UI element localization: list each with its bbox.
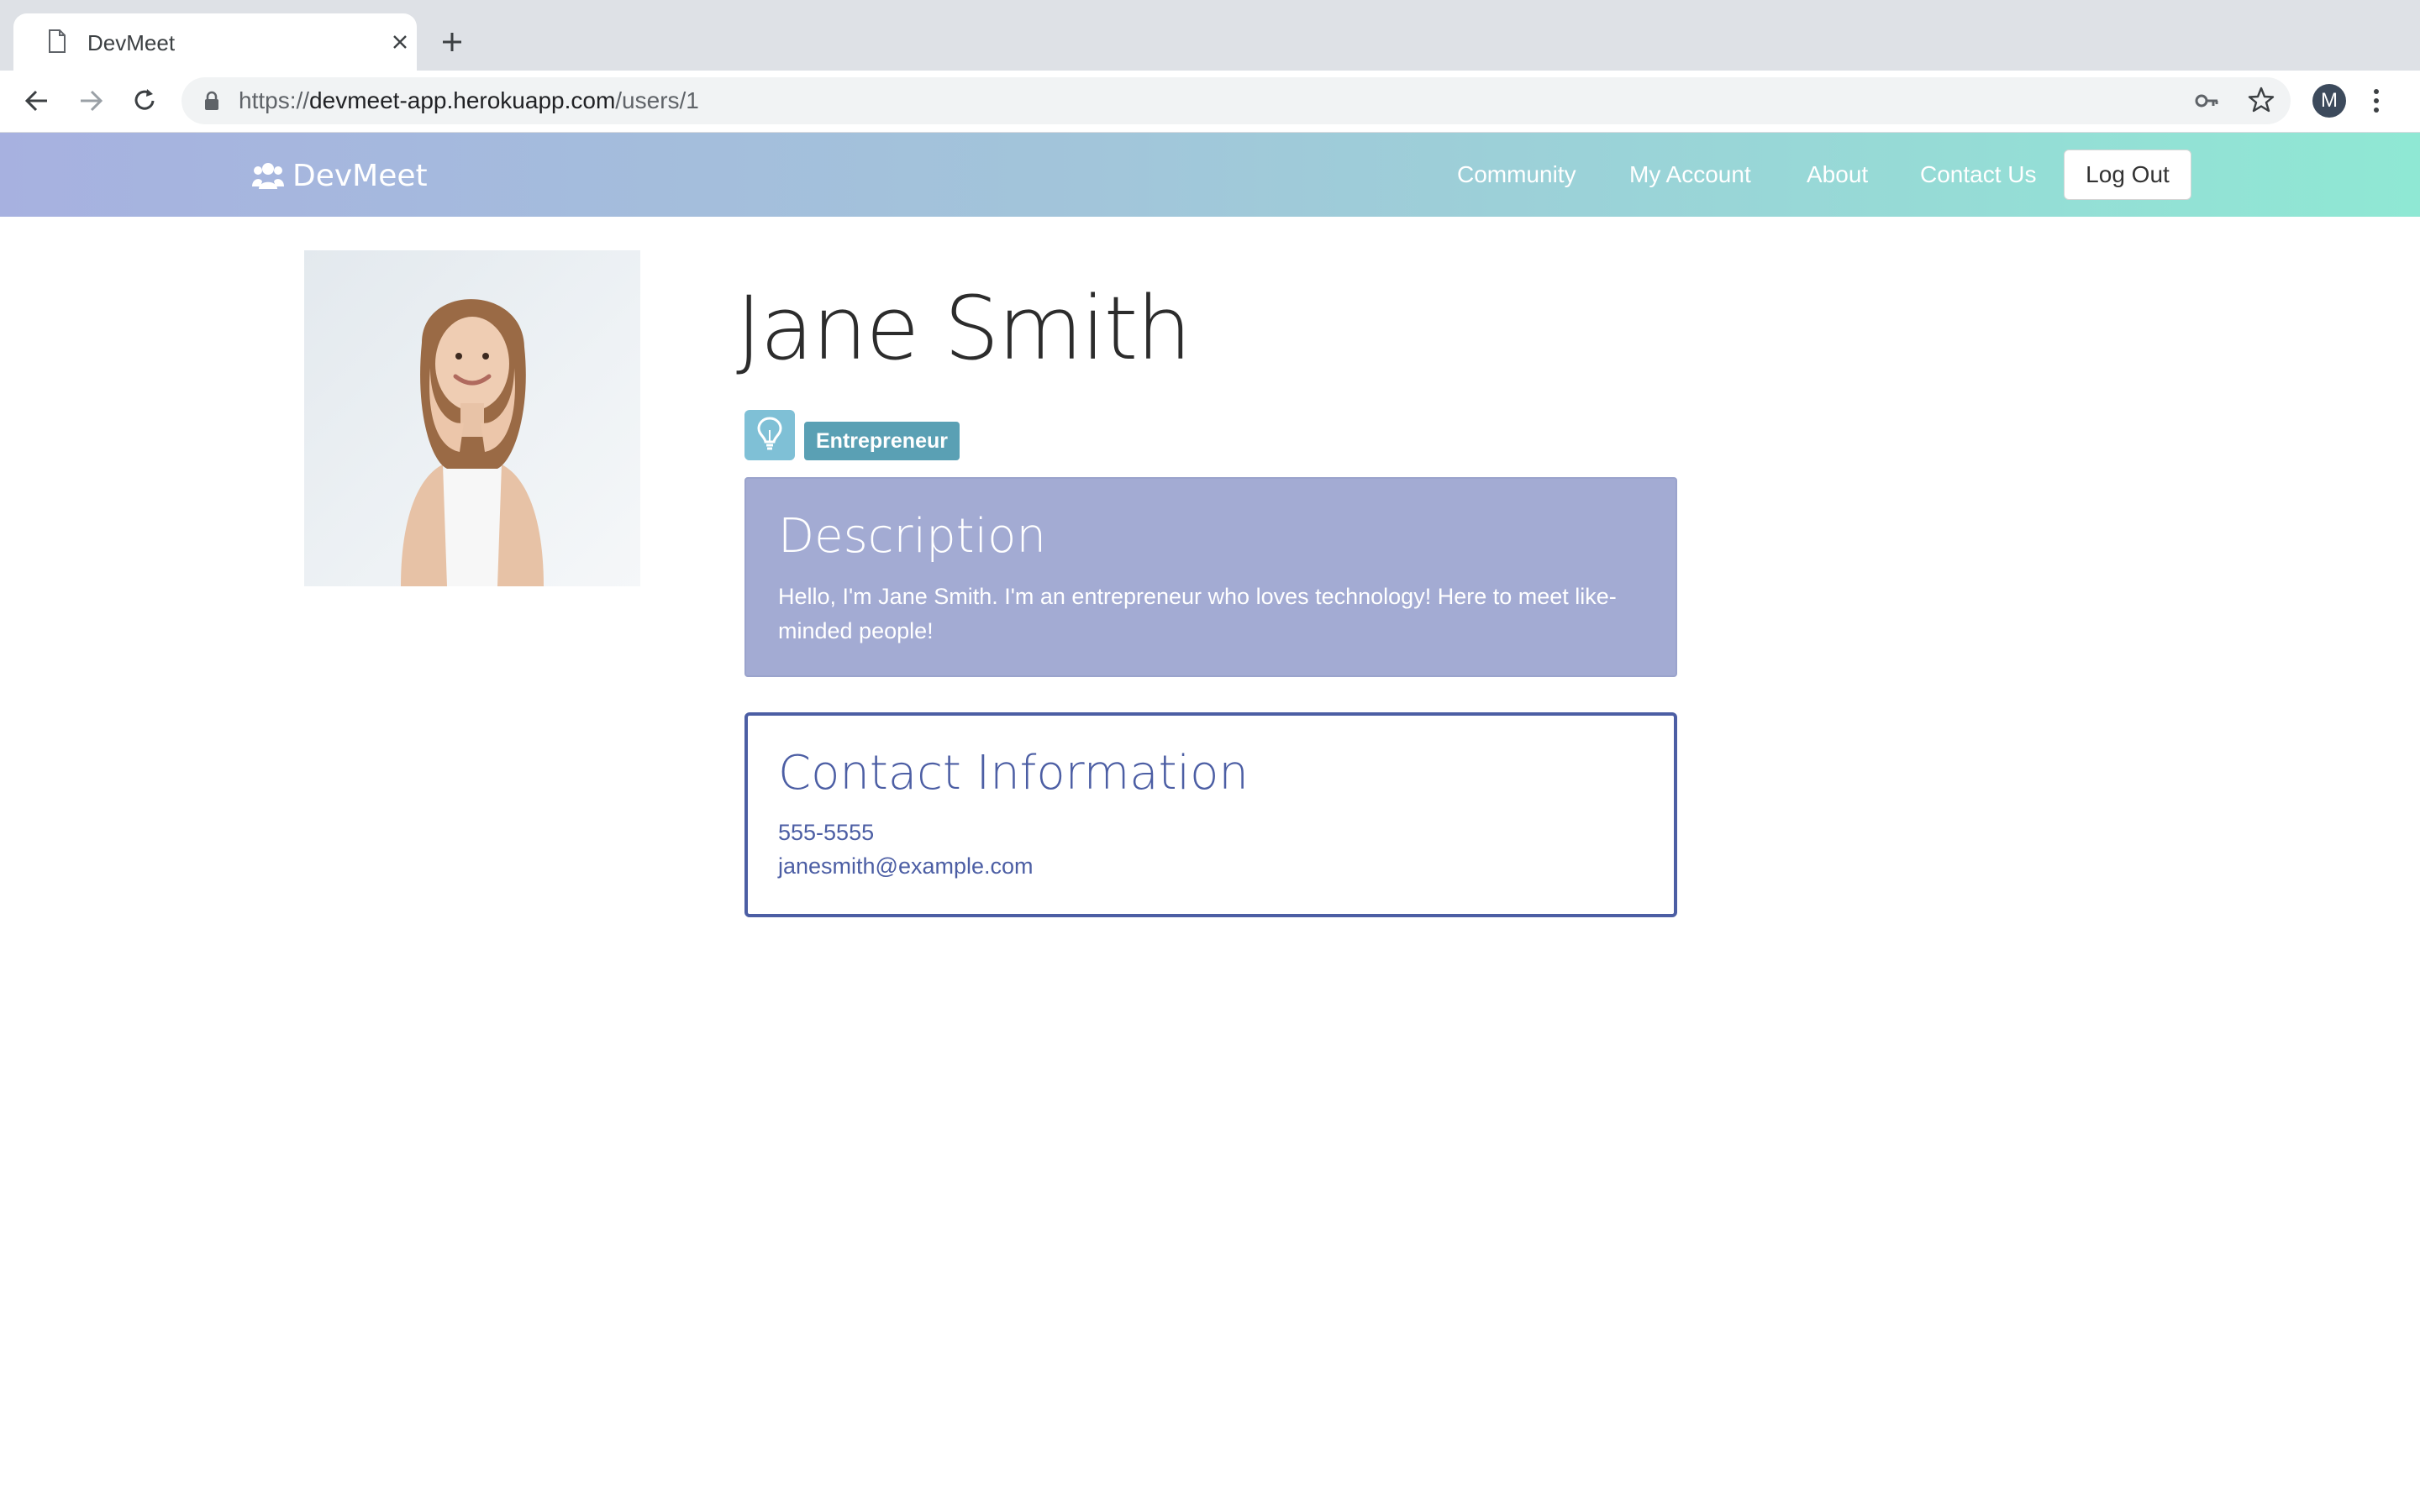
description-text: Hello, I'm Jane Smith. I'm an entreprene… <box>778 584 1617 643</box>
profile-avatar[interactable]: M <box>2312 84 2346 118</box>
document-icon <box>49 29 66 53</box>
new-tab-icon[interactable] <box>440 30 464 54</box>
description-card: Description Hello, I'm Jane Smith. I'm a… <box>744 477 1677 677</box>
brand-link[interactable]: DevMeet <box>252 155 428 197</box>
url-scheme: https:// <box>239 87 310 113</box>
close-tab-icon[interactable] <box>390 32 410 52</box>
contact-title: Contact Information <box>778 746 1249 801</box>
reload-icon[interactable] <box>129 86 160 116</box>
logout-button[interactable]: Log Out <box>2064 150 2191 200</box>
back-icon[interactable] <box>22 86 52 116</box>
url-text[interactable]: https://devmeet-app.herokuapp.com/users/… <box>239 87 699 114</box>
role-badge: Entrepreneur <box>804 422 960 460</box>
users-icon <box>252 163 284 189</box>
nav-about[interactable]: About <box>1807 161 1868 188</box>
browser-tab[interactable]: DevMeet <box>13 13 417 71</box>
profile-name: Jane Smith <box>736 277 1192 380</box>
contact-phone: 555-5555 <box>778 820 875 845</box>
description-title: Description <box>778 509 1046 564</box>
key-icon[interactable] <box>2195 91 2218 111</box>
portrait-illustration <box>401 299 544 586</box>
nav-community[interactable]: Community <box>1457 161 1576 188</box>
kebab-menu-icon[interactable] <box>2371 87 2381 114</box>
forward-icon[interactable] <box>76 86 106 116</box>
profile-photo <box>304 250 640 586</box>
contact-card: Contact Information 555-5555 janesmith@e… <box>744 712 1677 917</box>
lightbulb-icon <box>744 410 795 460</box>
tab-title: DevMeet <box>87 30 176 55</box>
url-host: devmeet-app.herokuapp.com <box>309 87 616 113</box>
nav-my-account[interactable]: My Account <box>1629 161 1751 188</box>
bookmark-star-icon[interactable] <box>2247 86 2275 114</box>
url-path: /users/1 <box>615 87 699 113</box>
brand-name: DevMeet <box>292 158 428 193</box>
contact-email[interactable]: janesmith@example.com <box>778 853 1034 879</box>
lock-icon[interactable] <box>203 91 220 111</box>
nav-contact-us[interactable]: Contact Us <box>1920 161 2037 188</box>
